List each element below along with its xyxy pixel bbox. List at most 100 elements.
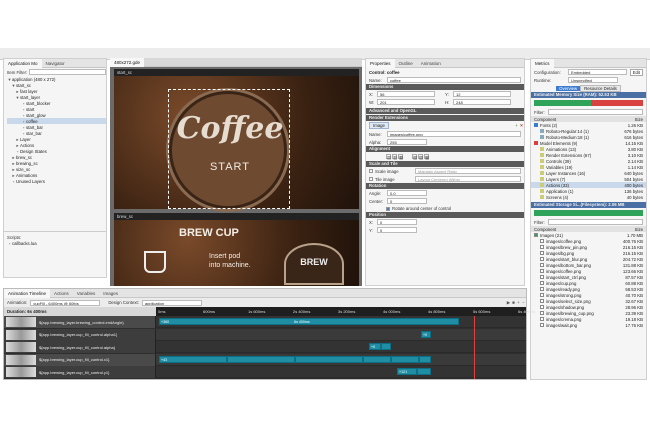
- configuration-select[interactable]: Embedded: [568, 69, 627, 75]
- tab-properties[interactable]: Properties: [366, 58, 395, 68]
- tab-application-model[interactable]: Application Mo: [4, 58, 42, 68]
- center-input[interactable]: 0: [387, 198, 427, 204]
- metric-row[interactable]: Roboto-Regular:14 (1) 676 bytes: [531, 128, 646, 134]
- scale-select[interactable]: Maintain Aspect Ratio: [415, 168, 521, 174]
- file-row[interactable]: images/bottom_bar.png 131.88 KB: [531, 262, 646, 268]
- file-row[interactable]: images/brewing_cup.png 23.39 KB: [531, 310, 646, 316]
- timeline-track[interactable]: ${app.brewing_layer.cup_fill_control.x1}…: [4, 353, 526, 366]
- track-label[interactable]: ${app.brewing_layer.cup_fill_control.x1}: [4, 353, 156, 366]
- keyframe-bar[interactable]: +121: [397, 368, 417, 375]
- timeline-track[interactable]: ${app.brewing_layer.cup_fill_control.alp…: [4, 328, 526, 341]
- brew-button-partial[interactable]: BREW: [284, 243, 344, 285]
- brew-caption-1: Insert pod: [209, 253, 241, 260]
- memory-filter-input[interactable]: [548, 109, 643, 115]
- keyframe-bar[interactable]: [391, 355, 419, 363]
- category-swatch-icon: [534, 123, 538, 127]
- remove-icon[interactable]: ✕: [519, 123, 524, 128]
- animation-select[interactable]: cupFill - 6400ms @ 60fps: [30, 299, 101, 306]
- align-bottom-icon[interactable]: ▩: [424, 154, 429, 160]
- column-component[interactable]: Component: [534, 227, 556, 232]
- file-name: images/coffee.png: [546, 268, 582, 274]
- track-label[interactable]: ${app.brewing_layer.brewing_control.endA…: [4, 316, 156, 328]
- metric-row[interactable]: Render Extensions (67) 3.10 KB: [531, 152, 646, 158]
- name-input[interactable]: coffee: [387, 77, 521, 83]
- keyframe-bar[interactable]: [381, 343, 391, 350]
- column-size[interactable]: Size: [635, 117, 643, 122]
- file-name: images/crema.png: [546, 316, 582, 322]
- keyframe-bar[interactable]: +43: [159, 355, 227, 363]
- keyframe-bar[interactable]: +0: [421, 330, 431, 338]
- screen-brew-sc[interactable]: brew_sc BREW CUP Insert pod into machine…: [114, 213, 359, 286]
- file-row[interactable]: images/wait.png 17.76 KB: [531, 322, 646, 328]
- item-filter-input[interactable]: [29, 69, 106, 75]
- pos-x-input[interactable]: 0: [377, 219, 417, 225]
- ruler-tick-label: 600ms: [203, 309, 216, 314]
- timeline-track[interactable]: ${app.brewing_layer.cup_fill_control.y1}…: [4, 366, 526, 378]
- runtime-select[interactable]: Unspecified: [568, 77, 618, 83]
- align-middle-icon[interactable]: ▨: [418, 154, 423, 160]
- track-variable-name: ${app.brewing_layer.brewing_control.endA…: [39, 319, 124, 325]
- file-name: images/bg.png: [546, 250, 575, 256]
- tab-images[interactable]: Images: [99, 289, 122, 298]
- w-input[interactable]: 201: [377, 99, 435, 105]
- align-left-icon[interactable]: ▤: [386, 154, 391, 160]
- design-context-select[interactable]: application: [141, 299, 202, 306]
- tab-actions[interactable]: Actions: [50, 289, 73, 298]
- rotate-center-checkbox[interactable]: [386, 206, 390, 211]
- keyframe-bar[interactable]: [419, 355, 431, 363]
- tab-animation[interactable]: Animation: [417, 59, 445, 68]
- tab-editor-file[interactable]: 480x272.gde: [110, 57, 145, 67]
- tab-metrics[interactable]: Metrics: [531, 58, 554, 68]
- tab-variables[interactable]: Variables: [73, 289, 99, 298]
- image-name-input[interactable]: images/coffee.png: [387, 131, 521, 137]
- track-label[interactable]: ${app.brewing_layer.cup_fill_control.alp…: [4, 341, 156, 353]
- align-center-icon[interactable]: ▥: [392, 154, 397, 160]
- w-label: W:: [369, 99, 375, 105]
- keyframe-bar[interactable]: [417, 368, 431, 375]
- tab-navigator[interactable]: Navigator: [42, 59, 69, 68]
- timeline-track[interactable]: ${app.brewing_layer.cup_fill_control.alp…: [4, 341, 526, 353]
- tab-outline[interactable]: Outline: [395, 59, 417, 68]
- script-file-item[interactable]: ▫ callbacks.lua: [7, 240, 103, 246]
- metric-name: Screens (4): [546, 194, 569, 200]
- storage-filter-input[interactable]: [548, 219, 643, 225]
- track-label[interactable]: ${app.brewing_layer.cup_fill_control.alp…: [4, 328, 156, 341]
- column-component[interactable]: Component: [534, 117, 556, 122]
- tree-item[interactable]: ▫ Unused Layers: [7, 178, 106, 184]
- tile-checkbox[interactable]: [369, 177, 373, 181]
- tab-animation-timeline[interactable]: Animation Timeline: [4, 288, 51, 298]
- track-label[interactable]: ${app.brewing_layer.cup_fill_control.y1}: [4, 366, 156, 378]
- playhead[interactable]: [474, 316, 475, 379]
- tab-overview[interactable]: Overview: [556, 85, 581, 91]
- tile-select[interactable]: Layout Centered Within: [415, 176, 521, 182]
- image-file-icon: [540, 263, 544, 267]
- image-chip[interactable]: Image: [369, 122, 389, 129]
- metric-row[interactable]: Screens (4) 40 bytes: [531, 194, 646, 200]
- y-input[interactable]: 12: [453, 91, 511, 97]
- metric-size: 3.10 KB: [627, 152, 643, 158]
- tab-resource-details[interactable]: Resource Details: [580, 84, 621, 92]
- metric-row[interactable]: Roboto-Medium:18 (1) 616 bytes: [531, 134, 646, 140]
- column-size[interactable]: Size: [635, 227, 643, 232]
- keyframe-bar[interactable]: [227, 355, 295, 363]
- edit-button[interactable]: Edit: [629, 68, 643, 76]
- align-top-icon[interactable]: ▧: [412, 154, 417, 160]
- keyframe-bar[interactable]: +0: [369, 343, 381, 350]
- x-input[interactable]: 56: [377, 91, 435, 97]
- file-row[interactable]: images/select_size.png 32.67 KB: [531, 298, 646, 304]
- angle-input[interactable]: 0.0: [387, 190, 427, 196]
- scale-checkbox[interactable]: [369, 169, 373, 173]
- zoom-out-icon[interactable]: −: [521, 300, 526, 305]
- section-advanced[interactable]: Advanced and OpenGL: [366, 108, 524, 114]
- keyframe-bar[interactable]: [295, 355, 363, 363]
- h-input[interactable]: 248: [453, 99, 511, 105]
- image-file-icon: [540, 239, 544, 243]
- keyframe-bar[interactable]: [363, 355, 391, 363]
- keyframe-bar[interactable]: +360 6s 400ms: [159, 318, 459, 325]
- alpha-input[interactable]: 255: [387, 139, 427, 145]
- screen-start-sc[interactable]: start_sc Coffee START: [114, 69, 359, 209]
- align-right-icon[interactable]: ▦: [398, 154, 403, 160]
- timeline-track[interactable]: ${app.brewing_layer.brewing_control.endA…: [4, 316, 526, 328]
- image-file-icon: [540, 245, 544, 249]
- pos-y-input[interactable]: 0: [377, 227, 417, 233]
